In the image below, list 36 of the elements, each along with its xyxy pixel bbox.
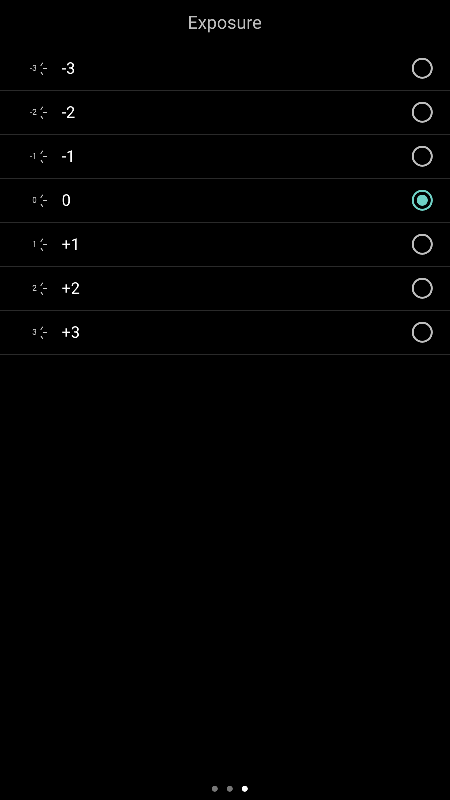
exposure-icon-number: -1: [29, 152, 37, 160]
sun-rays-icon: [38, 60, 48, 78]
radio-button[interactable]: [412, 278, 433, 299]
exposure-icon-number: 0: [32, 196, 37, 204]
exposure-option[interactable]: 2 +2: [0, 267, 450, 311]
exposure-icon-number: 2: [32, 284, 37, 292]
option-label: +1: [62, 234, 82, 256]
exposure-option[interactable]: 0 0: [0, 179, 450, 223]
radio-button[interactable]: [412, 234, 433, 255]
exposure-icon-number: -2: [29, 108, 37, 116]
sun-rays-icon: [38, 192, 48, 210]
sun-rays-icon: [38, 148, 48, 166]
exposure-option[interactable]: 1 +1: [0, 223, 450, 267]
exposure-icon-number: 1: [32, 240, 37, 248]
sun-rays-icon: [38, 280, 48, 298]
sun-rays-icon: [38, 324, 48, 342]
exposure-option[interactable]: -1 -1: [0, 135, 450, 179]
exposure-icon-number: -3: [29, 64, 37, 72]
option-label: -1: [62, 146, 76, 168]
option-label: 0: [62, 190, 72, 212]
exposure-option[interactable]: -2 -2: [0, 91, 450, 135]
exposure-icon-number: 3: [32, 328, 37, 336]
sun-rays-icon: [38, 236, 48, 254]
exposure-option[interactable]: 3 +3: [0, 311, 450, 355]
dialog-title: Exposure: [188, 12, 262, 36]
radio-button[interactable]: [412, 146, 433, 167]
radio-button[interactable]: [412, 190, 433, 211]
sun-rays-icon: [38, 104, 48, 122]
radio-button[interactable]: [412, 322, 433, 343]
option-label: -3: [62, 58, 76, 80]
exposure-option[interactable]: -3 -3: [0, 47, 450, 91]
option-label: -2: [62, 102, 76, 124]
radio-button[interactable]: [412, 58, 433, 79]
option-label: +3: [62, 322, 82, 344]
option-label: +2: [62, 278, 82, 300]
radio-button[interactable]: [412, 102, 433, 123]
